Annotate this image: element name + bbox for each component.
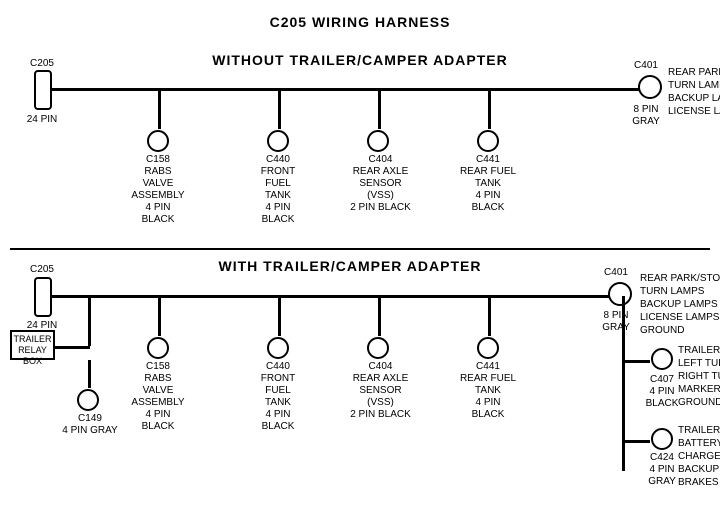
trailer-relay-vline: [88, 296, 91, 346]
c149-label: C1494 PIN GRAY: [60, 413, 120, 437]
c407-connector: [651, 348, 673, 370]
c424-hline: [622, 440, 650, 443]
top-c404-connector: [367, 130, 389, 152]
top-main-hline: [52, 88, 654, 91]
bottom-c158-connector: [147, 337, 169, 359]
top-c440-vline: [278, 89, 281, 129]
top-c401-connector: [638, 75, 662, 99]
trailer-relay-hline: [52, 346, 90, 349]
top-c440-connector: [267, 130, 289, 152]
bottom-c441-connector: [477, 337, 499, 359]
top-c401-side-label: REAR PARK/STOPTURN LAMPSBACKUP LAMPSLICE…: [668, 66, 720, 118]
bottom-c441-vline: [488, 296, 491, 336]
c149-vline: [88, 360, 91, 388]
top-c158-connector: [147, 130, 169, 152]
c407-label: C4074 PINBLACK: [641, 374, 683, 410]
bottom-c158-label: C158RABS VALVEASSEMBLY4 PIN BLACK: [128, 361, 188, 433]
page-title: C205 WIRING HARNESS: [0, 6, 720, 30]
top-c404-vline: [378, 89, 381, 129]
bottom-c440-connector: [267, 337, 289, 359]
bottom-c205-connector: [34, 277, 52, 317]
bottom-c404-label: C404REAR AXLESENSOR(VSS)2 PIN BLACK: [348, 361, 413, 421]
bottom-c205-label: C205: [22, 264, 62, 276]
bottom-c440-vline: [278, 296, 281, 336]
wiring-diagram: C205 WIRING HARNESS WITHOUT TRAILER/CAMP…: [0, 0, 720, 517]
top-c401-pin: 8 PINGRAY: [626, 104, 666, 128]
bottom-c404-connector: [367, 337, 389, 359]
top-c440-label: C440FRONT FUELTANK4 PIN BLACK: [248, 154, 308, 226]
top-c441-vline: [488, 89, 491, 129]
bottom-c440-label: C440FRONT FUELTANK4 PIN BLACK: [248, 361, 308, 433]
top-c158-label: C158RABS VALVEASSEMBLY4 PIN BLACK: [128, 154, 188, 226]
right-branch-vline: [622, 296, 625, 471]
top-section-label: WITHOUT TRAILER/CAMPER ADAPTER: [120, 52, 600, 68]
bottom-c158-vline: [158, 296, 161, 336]
c407-hline: [622, 360, 650, 363]
section-divider: [10, 248, 710, 250]
c424-connector: [651, 428, 673, 450]
c149-connector: [77, 389, 99, 411]
top-c205-pin: 24 PIN: [22, 114, 62, 126]
top-c205-label: C205: [22, 58, 62, 70]
top-c158-vline: [158, 89, 161, 129]
c424-label: C4244 PINGRAY: [641, 452, 683, 488]
top-c401-label: C401: [628, 60, 664, 72]
top-c205-connector: [34, 70, 52, 110]
top-c441-label: C441REAR FUELTANK4 PIN BLACK: [458, 154, 518, 214]
top-c441-connector: [477, 130, 499, 152]
bottom-c401-side-label: REAR PARK/STOPTURN LAMPSBACKUP LAMPSLICE…: [640, 272, 720, 337]
bottom-c401-connector: [608, 282, 632, 306]
trailer-relay-box: TRAILERRELAYBOX: [10, 330, 55, 360]
bottom-c401-label: C401: [598, 267, 634, 279]
bottom-c401-pin: 8 PINGRAY: [596, 310, 636, 334]
top-c404-label: C404REAR AXLESENSOR(VSS)2 PIN BLACK: [348, 154, 413, 214]
bottom-main-hline: [52, 295, 622, 298]
bottom-c404-vline: [378, 296, 381, 336]
c407-side-label: TRAILER WIRESLEFT TURNRIGHT TURNMARKERGR…: [678, 344, 720, 409]
bottom-section-label: WITH TRAILER/CAMPER ADAPTER: [100, 258, 600, 274]
bottom-c441-label: C441REAR FUELTANK4 PIN BLACK: [458, 361, 518, 421]
c424-side-label: TRAILER WIRESBATTERY CHARGEBACKUPBRAKES: [678, 424, 720, 489]
